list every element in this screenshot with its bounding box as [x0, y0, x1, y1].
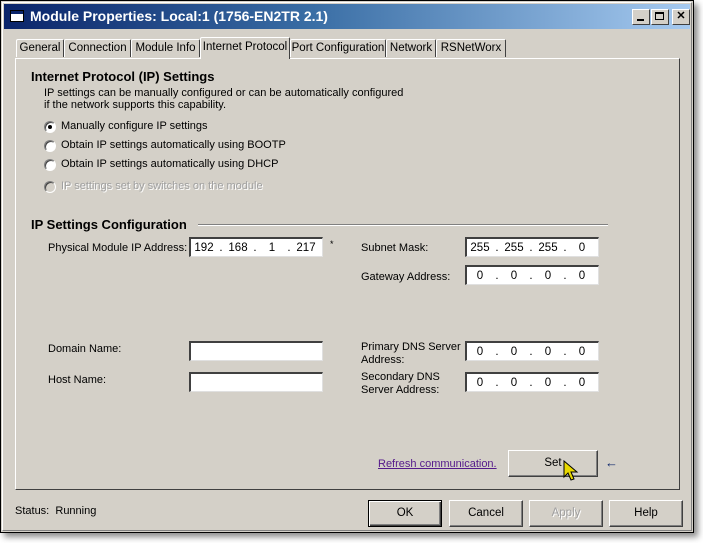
radio-label: Obtain IP settings automatically using D… [61, 158, 279, 170]
ip-octet[interactable]: 255 [467, 242, 493, 254]
ip-octet[interactable]: 0 [501, 270, 527, 282]
primary-dns-label-line1: Primary DNS Server [361, 341, 461, 353]
window-title: Module Properties: Local:1 (1756-EN2TR 2… [30, 8, 328, 24]
radio-button-disabled [44, 181, 56, 193]
status-caption: Status: [15, 505, 50, 517]
ip-octet[interactable]: 0 [569, 242, 595, 254]
close-icon: ✕ [676, 10, 686, 22]
ip-octet[interactable]: 0 [569, 346, 595, 358]
radio-label: Manually configure IP settings [61, 120, 208, 132]
host-name-field[interactable] [189, 372, 323, 392]
title-bar[interactable]: Module Properties: Local:1 (1756-EN2TR 2… [4, 4, 690, 29]
primary-dns-input[interactable]: 0. 0. 0. 0 [465, 341, 599, 361]
ip-settings-heading: Internet Protocol (IP) Settings [31, 69, 215, 84]
status-label: Status: Running [15, 505, 96, 517]
ip-dot: . [253, 241, 257, 254]
maximize-icon [655, 12, 664, 20]
ip-dot: . [219, 241, 223, 254]
ok-button[interactable]: OK [368, 500, 442, 527]
physical-ip-label: Physical Module IP Address: [48, 242, 188, 254]
window-icon [10, 10, 24, 22]
ip-octet[interactable]: 0 [535, 346, 561, 358]
secondary-dns-label-line2: Server Address: [361, 384, 440, 396]
ip-dot: . [529, 345, 533, 358]
minimize-icon [637, 19, 644, 21]
ip-config-heading: IP Settings Configuration [31, 217, 187, 232]
ip-dot: . [495, 345, 499, 358]
subnet-mask-label: Subnet Mask: [361, 242, 429, 254]
ip-octet[interactable]: 0 [467, 270, 493, 282]
tab-network[interactable]: Network [386, 39, 436, 57]
required-marker: * [330, 239, 334, 249]
ip-dot: . [563, 269, 567, 282]
apply-button: Apply [529, 500, 603, 527]
tab-port-configuration[interactable]: Port Configuration [290, 39, 386, 57]
refresh-communication-link[interactable]: Refresh communication. [378, 458, 497, 470]
ip-dot: . [495, 241, 499, 254]
help-button[interactable]: Help [609, 500, 683, 527]
maximize-button[interactable] [651, 9, 669, 25]
subnet-mask-input[interactable]: 255. 255. 255. 0 [465, 237, 599, 257]
tab-module-info[interactable]: Module Info [131, 39, 200, 57]
ip-settings-description-line2: if the network supports this capability. [44, 99, 226, 111]
host-name-label: Host Name: [48, 374, 107, 386]
ip-octet[interactable]: 168 [225, 242, 251, 254]
domain-name-input[interactable] [191, 343, 322, 360]
ip-octet[interactable]: 0 [501, 346, 527, 358]
ip-octet[interactable]: 0 [569, 377, 595, 389]
ip-octet[interactable]: 0 [569, 270, 595, 282]
radio-button[interactable] [44, 159, 56, 171]
primary-dns-label-line2: Address: [361, 354, 405, 366]
physical-ip-input[interactable]: 192. 168. 1. 217 [189, 237, 323, 257]
radio-button-checked[interactable] [44, 121, 56, 133]
ip-octet[interactable]: 0 [467, 346, 493, 358]
ip-dot: . [529, 241, 533, 254]
radio-label: Obtain IP settings automatically using B… [61, 139, 286, 151]
host-name-input[interactable] [191, 374, 322, 391]
tab-rsnetworx[interactable]: RSNetWorx [436, 39, 506, 57]
module-properties-dialog: Module Properties: Local:1 (1756-EN2TR 2… [0, 0, 694, 533]
tab-internet-protocol[interactable]: Internet Protocol [200, 37, 290, 59]
cancel-button[interactable]: Cancel [449, 500, 523, 527]
domain-name-field[interactable] [189, 341, 323, 361]
gateway-input[interactable]: 0. 0. 0. 0 [465, 265, 599, 285]
ip-dot: . [563, 376, 567, 389]
radio-label: IP settings set by switches on the modul… [61, 180, 263, 192]
pointer-arrow-icon: ← [605, 455, 618, 470]
ip-dot: . [563, 345, 567, 358]
section-divider [198, 224, 608, 226]
close-button[interactable]: ✕ [672, 9, 690, 25]
ip-dot: . [529, 376, 533, 389]
status-value: Running [55, 505, 97, 517]
ip-octet[interactable]: 192 [191, 242, 217, 254]
ip-dot: . [495, 376, 499, 389]
radio-button[interactable] [44, 140, 56, 152]
ip-octet[interactable]: 1 [259, 242, 285, 254]
domain-name-label: Domain Name: [48, 343, 122, 355]
ip-octet[interactable]: 0 [535, 377, 561, 389]
ip-octet[interactable]: 255 [535, 242, 561, 254]
secondary-dns-label-line1: Secondary DNS [361, 371, 440, 383]
ip-octet[interactable]: 0 [535, 270, 561, 282]
minimize-button[interactable] [632, 9, 650, 25]
tab-connection[interactable]: Connection [64, 39, 131, 57]
ip-octet[interactable]: 0 [467, 377, 493, 389]
ip-octet[interactable]: 217 [293, 242, 319, 254]
set-button[interactable]: Set [508, 450, 598, 477]
ip-dot: . [529, 269, 533, 282]
secondary-dns-input[interactable]: 0. 0. 0. 0 [465, 372, 599, 392]
ip-dot: . [287, 241, 291, 254]
tab-general[interactable]: General [16, 39, 64, 57]
ip-octet[interactable]: 0 [501, 377, 527, 389]
ip-octet[interactable]: 255 [501, 242, 527, 254]
ip-dot: . [563, 241, 567, 254]
gateway-label: Gateway Address: [361, 271, 451, 283]
mouse-pointer-icon [563, 460, 579, 481]
ip-dot: . [495, 269, 499, 282]
